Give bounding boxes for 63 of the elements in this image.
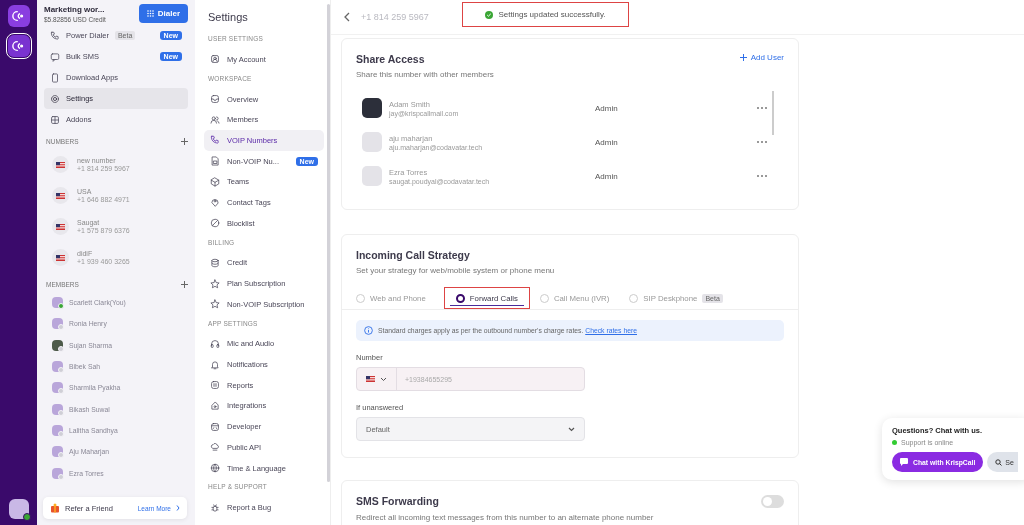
- sim-card-icon: [210, 156, 220, 167]
- plus-icon: [739, 54, 747, 61]
- mobile-phone-icon: [50, 72, 60, 83]
- tray-icon: [210, 94, 220, 105]
- database-icon: [210, 257, 220, 268]
- card-title: Share Access: [356, 53, 426, 65]
- app-logo[interactable]: [7, 5, 30, 27]
- blocked-icon: [210, 218, 220, 229]
- tag-icon: [210, 197, 220, 208]
- toast-message: Settings updated successfully.: [498, 10, 606, 19]
- app-logo[interactable]: [7, 35, 30, 57]
- bug-icon: [210, 502, 220, 513]
- flag-icon: [52, 156, 69, 173]
- user-avatar[interactable]: [8, 499, 29, 519]
- card-subtitle: Share this number with other members: [356, 70, 494, 79]
- bell-icon: [210, 359, 220, 370]
- dialer-button[interactable]: Dialer: [138, 4, 188, 23]
- card-subtitle: Set your strategy for web/mobile system or phone menu: [356, 266, 556, 275]
- more-icon[interactable]: [756, 106, 768, 110]
- cloud-icon: [210, 442, 220, 453]
- phone-icon: [50, 30, 60, 41]
- sms-forwarding-toggle[interactable]: [761, 495, 784, 508]
- user-role: Admin: [595, 171, 618, 181]
- flag-icon: [52, 249, 69, 266]
- back-icon[interactable]: [343, 12, 351, 22]
- code-window-icon: [210, 421, 220, 432]
- more-icon[interactable]: [756, 174, 768, 178]
- add-user-button[interactable]: Add User: [739, 53, 784, 62]
- workspace-name: Marketing wor...: [44, 4, 106, 14]
- dialpad-icon: [146, 10, 154, 17]
- chevron-down-icon: [568, 426, 575, 432]
- phone-icon: [210, 135, 220, 146]
- headset-icon: [210, 338, 220, 349]
- chevron-right-icon[interactable]: [176, 505, 180, 511]
- settings-title: Settings: [208, 11, 249, 23]
- flag-icon: [52, 187, 69, 204]
- grid-icon: [50, 114, 60, 125]
- star-icon: [210, 299, 220, 310]
- card-title: Incoming Call Strategy: [356, 249, 471, 261]
- add-member-icon[interactable]: [181, 281, 188, 288]
- more-icon[interactable]: [756, 140, 768, 144]
- online-dot-icon: [892, 440, 897, 445]
- document-icon: [210, 380, 220, 391]
- info-icon: [364, 326, 373, 335]
- plug-icon: [210, 400, 220, 411]
- flag-icon: [52, 218, 69, 235]
- settings-icon: [50, 93, 60, 104]
- user-icon: [210, 54, 220, 65]
- card-subtitle: Redirect all incoming text messages from this number to an alternate phone number: [356, 513, 655, 522]
- add-number-icon[interactable]: [181, 138, 188, 145]
- search-icon: [995, 458, 1003, 466]
- user-role: Admin: [595, 137, 618, 147]
- cube-icon: [210, 176, 220, 187]
- phone-number-title: +1 814 259 5967: [361, 12, 429, 22]
- chat-bubble-icon: [50, 51, 60, 62]
- users-icon: [210, 114, 220, 125]
- user-role: Admin: [595, 103, 618, 113]
- gift-icon: [50, 503, 60, 513]
- check-circle-icon: [485, 10, 494, 19]
- chat-bubble-icon: [900, 458, 908, 466]
- card-title: SMS Forwarding: [356, 495, 439, 507]
- star-icon: [210, 278, 220, 289]
- globe-icon: [210, 463, 220, 474]
